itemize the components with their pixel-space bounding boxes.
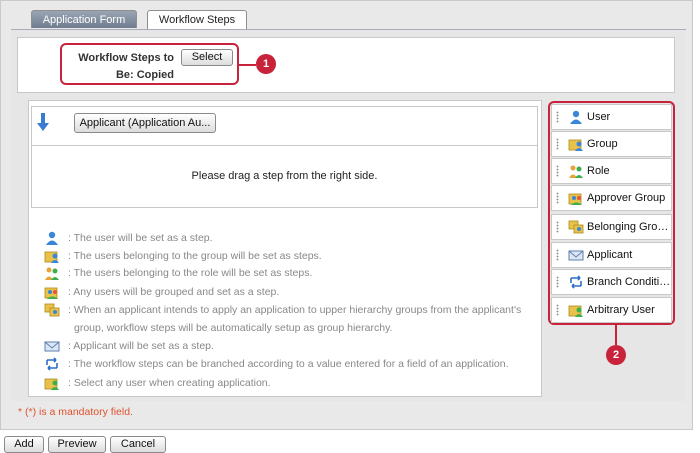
user-icon [46, 231, 58, 245]
palette-item-label: Approver Group [587, 192, 666, 204]
palette-item-user[interactable]: User [551, 104, 672, 130]
cancel-button[interactable]: Cancel [110, 436, 166, 453]
copy-steps-label: Workflow Steps to Be: Copied [78, 52, 174, 81]
palette-item-belonging-group[interactable]: Belonging Grou... [551, 214, 672, 240]
role-icon [569, 165, 583, 178]
palette-item-label: Branch Condition [587, 276, 671, 288]
drag-handle[interactable] [556, 138, 559, 150]
user-icon [570, 110, 582, 124]
approver-group-icon [44, 287, 58, 299]
palette-item-arbitrary-user[interactable]: Arbitrary User [551, 297, 672, 323]
palette-item-label: Applicant [587, 249, 633, 261]
palette-item-group[interactable]: Group [551, 131, 672, 157]
drag-handle[interactable] [556, 165, 559, 177]
drag-handle[interactable] [556, 192, 559, 204]
mandatory-note: * (*) is a mandatory field. [18, 406, 133, 418]
legend-text: : The user will be set as a step. [68, 232, 213, 244]
belonging-group-icon [568, 220, 584, 234]
group-icon [44, 251, 59, 263]
preview-button[interactable]: Preview [48, 436, 106, 453]
applicant-icon [44, 341, 60, 352]
branch-condition-icon [46, 357, 58, 371]
legend-continuation: group, workflow steps will be automatica… [74, 322, 393, 334]
applicant-icon [568, 250, 584, 261]
legend-text: : The users belonging to the group will … [68, 250, 322, 262]
arbitrary-user-icon [44, 378, 59, 390]
palette-item-applicant[interactable]: Applicant [551, 242, 672, 268]
legend-text: : When an applicant intends to apply an … [68, 304, 522, 316]
legend-text: : Applicant will be set as a step. [68, 340, 214, 352]
tab-application-form[interactable]: Application Form [31, 10, 137, 28]
palette-item-role[interactable]: Role [551, 158, 672, 184]
drag-handle[interactable] [556, 276, 559, 288]
legend-text: : Any users will be grouped and set as a… [68, 286, 280, 298]
callout-2-connector [615, 324, 617, 345]
applicant-step-button[interactable]: Applicant (Application Au... [74, 113, 216, 133]
add-button[interactable]: Add [4, 436, 44, 453]
legend-text: : Select any user when creating applicat… [68, 377, 271, 389]
branch-condition-icon [570, 275, 582, 289]
tab-workflow-steps[interactable]: Workflow Steps [147, 10, 247, 29]
palette-item-label: Arbitrary User [587, 304, 655, 316]
role-icon [45, 267, 59, 280]
approver-group-icon [568, 193, 582, 205]
drag-handle[interactable] [556, 111, 559, 123]
callout-2-badge: 2 [606, 345, 626, 365]
palette-item-label: Group [587, 138, 618, 150]
drag-handle[interactable] [556, 249, 559, 261]
legend-text: : The users belonging to the role will b… [68, 267, 313, 279]
palette-item-label: Belonging Grou... [587, 221, 671, 233]
arbitrary-user-icon [568, 305, 583, 317]
select-button[interactable]: Select [181, 49, 233, 66]
palette-item-label: Role [587, 165, 610, 177]
drop-zone-message: Please drag a step from the right side. [191, 170, 378, 182]
palette-item-branch-condition[interactable]: Branch Condition [551, 269, 672, 295]
callout-1-connector [239, 64, 256, 66]
palette-item-label: User [587, 111, 611, 123]
legend-text: : The workflow steps can be branched acc… [68, 358, 509, 370]
callout-1-badge: 1 [256, 54, 276, 74]
arrow-down-icon [37, 113, 49, 131]
group-icon [568, 139, 583, 151]
belonging-group-icon [44, 303, 60, 317]
palette-item-approver-group[interactable]: Approver Group [551, 185, 672, 211]
drag-handle[interactable] [556, 221, 559, 233]
drag-handle[interactable] [556, 304, 559, 316]
